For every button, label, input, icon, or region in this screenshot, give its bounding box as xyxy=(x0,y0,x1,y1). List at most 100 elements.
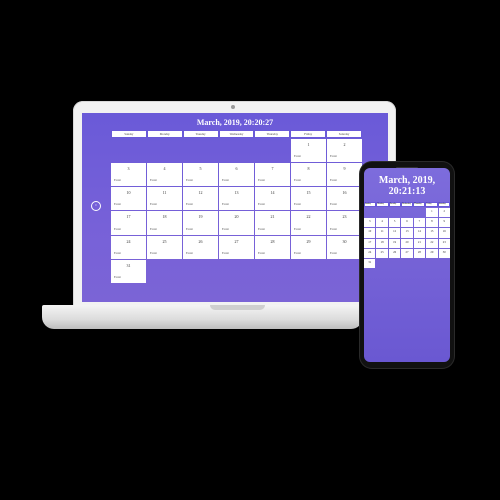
event-tag: Event xyxy=(222,250,229,255)
day-cell[interactable]: 12 Event xyxy=(183,187,218,211)
day-cell[interactable]: 18 xyxy=(376,238,388,248)
day-cell[interactable]: 10 Event xyxy=(111,187,146,211)
day-cell[interactable]: 5 Event xyxy=(183,163,218,187)
day-cell[interactable]: 5 xyxy=(388,218,401,228)
day-cell[interactable]: 28 xyxy=(413,248,426,258)
day-cell[interactable]: 21 Event xyxy=(255,211,290,235)
day-cell[interactable]: 20 Event xyxy=(219,211,254,235)
event-tag: Event xyxy=(114,250,121,255)
day-cell[interactable]: 6 xyxy=(401,218,413,228)
day-number: 6 xyxy=(406,219,408,224)
day-cell[interactable]: 9 Event xyxy=(327,163,362,187)
day-number: 30 xyxy=(342,238,347,244)
day-number: 17 xyxy=(126,214,131,220)
day-cell[interactable]: 1 xyxy=(426,208,438,218)
day-number: 22 xyxy=(306,214,311,220)
day-cell[interactable]: 10 xyxy=(364,228,376,238)
day-cell[interactable]: 26 Event xyxy=(183,235,218,259)
day-number: 29 xyxy=(306,238,311,244)
day-cell[interactable]: 25 Event xyxy=(147,235,182,259)
day-cell[interactable]: 11 Event xyxy=(147,187,182,211)
day-cell[interactable]: 18 Event xyxy=(147,211,182,235)
day-number: 14 xyxy=(270,190,275,196)
day-cell[interactable]: 17 Event xyxy=(111,211,146,235)
event-tag: Event xyxy=(330,202,337,207)
day-cell[interactable]: 19 Event xyxy=(183,211,218,235)
day-cell[interactable]: 24 Event xyxy=(111,235,146,259)
day-cell[interactable]: 8 xyxy=(426,218,438,228)
day-number: 25 xyxy=(162,238,167,244)
weekday-label: Saturday xyxy=(326,130,363,138)
empty-cell xyxy=(376,208,387,217)
day-cell[interactable]: 31 xyxy=(364,258,376,268)
day-cell[interactable]: 3 Event xyxy=(111,163,146,187)
day-cell[interactable]: 13 xyxy=(401,228,413,238)
day-cell[interactable]: 14 Event xyxy=(255,187,290,211)
day-number: 5 xyxy=(393,219,396,224)
event-tag: Event xyxy=(258,226,265,231)
day-number: 5 xyxy=(199,166,202,172)
day-cell[interactable]: 8 Event xyxy=(291,163,326,187)
weekday-label: Tuesday xyxy=(182,130,219,138)
day-number: 18 xyxy=(380,239,384,244)
day-cell[interactable]: 15 Event xyxy=(291,187,326,211)
day-cell[interactable]: 4 Event xyxy=(147,163,182,187)
day-number: 18 xyxy=(162,214,167,220)
event-tag: Event xyxy=(186,226,193,231)
event-tag: Event xyxy=(150,202,157,207)
day-cell[interactable]: 4 xyxy=(376,218,388,228)
day-number: 25 xyxy=(380,249,384,254)
day-cell[interactable]: 7 Event xyxy=(255,163,290,187)
day-cell[interactable]: 22 xyxy=(426,238,438,248)
day-cell[interactable]: 1 Event xyxy=(291,139,326,163)
day-cell[interactable]: 17 xyxy=(364,238,376,248)
day-cell[interactable]: 12 xyxy=(388,228,401,238)
day-cell[interactable]: 15 xyxy=(426,228,438,238)
day-cell[interactable]: 27 Event xyxy=(219,235,254,259)
day-cell[interactable]: 16 xyxy=(438,228,450,238)
chevron-left-icon[interactable]: ‹ xyxy=(91,201,101,211)
day-cell[interactable]: 3 xyxy=(364,218,376,228)
day-cell[interactable]: 16 Event xyxy=(327,187,362,211)
day-cell[interactable]: 2 Event xyxy=(327,139,362,163)
weekday-label: Monday xyxy=(146,130,183,138)
day-cell[interactable]: 20 xyxy=(401,238,413,248)
day-cell[interactable]: 29 xyxy=(426,248,438,258)
day-number: 19 xyxy=(198,214,203,220)
day-number: 11 xyxy=(162,190,167,196)
day-cell[interactable]: 30 xyxy=(438,248,450,258)
day-cell[interactable]: 23 Event xyxy=(327,211,362,235)
day-number: 23 xyxy=(342,214,347,220)
day-cell[interactable]: 30 Event xyxy=(327,235,362,259)
day-number: 29 xyxy=(430,249,434,254)
day-cell[interactable]: 27 xyxy=(401,248,413,258)
weekday-label: Friday xyxy=(290,130,327,138)
day-cell[interactable]: 28 Event xyxy=(255,235,290,259)
empty-cell xyxy=(147,139,182,162)
day-cell[interactable]: 23 xyxy=(438,238,450,248)
event-tag: Event xyxy=(222,226,229,231)
day-cell[interactable]: 14 xyxy=(413,228,426,238)
event-tag: Event xyxy=(330,226,337,231)
weekday-label: Thursday xyxy=(413,202,426,207)
day-cell[interactable]: 19 xyxy=(388,238,401,248)
day-cell[interactable]: 13 Event xyxy=(219,187,254,211)
day-cell[interactable]: 21 xyxy=(413,238,426,248)
day-cell[interactable]: 29 Event xyxy=(291,235,326,259)
day-cell[interactable]: 6 Event xyxy=(219,163,254,187)
day-cell[interactable]: 11 xyxy=(376,228,388,238)
day-cell[interactable]: 2 xyxy=(438,208,450,218)
day-number: 31 xyxy=(368,259,372,264)
day-cell[interactable]: 26 xyxy=(388,248,401,258)
empty-cell xyxy=(439,259,450,268)
day-cell[interactable]: 24 xyxy=(364,248,376,258)
day-cell[interactable]: 31 Event xyxy=(111,259,146,283)
day-cell[interactable]: 9 xyxy=(438,218,450,228)
day-cell[interactable]: 22 Event xyxy=(291,211,326,235)
event-tag: Event xyxy=(186,178,193,183)
day-cell[interactable]: 7 xyxy=(413,218,426,228)
event-tag: Event xyxy=(114,178,121,183)
weekday-label: Saturday xyxy=(437,202,450,207)
day-number: 22 xyxy=(430,239,434,244)
day-cell[interactable]: 25 xyxy=(376,248,388,258)
